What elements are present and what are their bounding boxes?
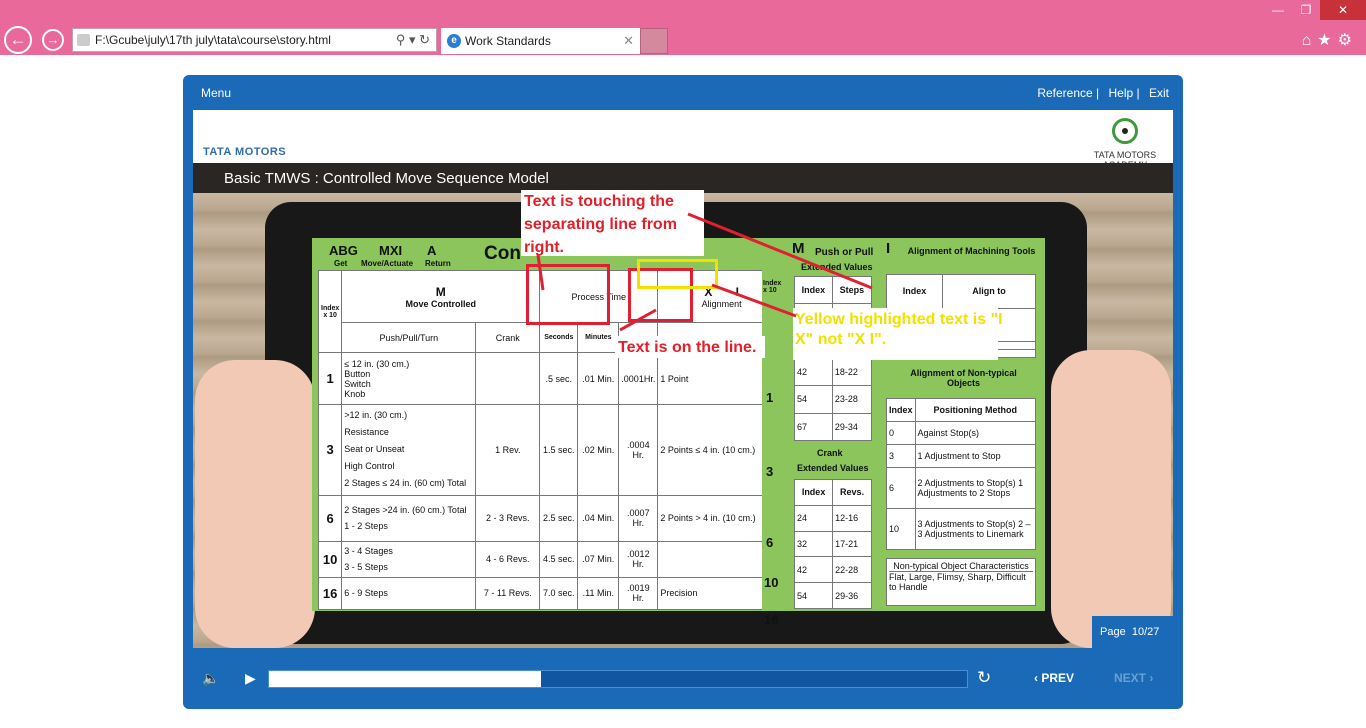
arrow-line — [619, 308, 657, 332]
page-label: Page — [1100, 626, 1126, 638]
next-label: NEXT — [1114, 671, 1147, 685]
prev-button[interactable]: ‹ PREV — [1034, 671, 1074, 685]
volume-icon[interactable]: 🔈 — [202, 670, 219, 687]
seek-bar[interactable] — [268, 670, 968, 688]
seek-progress — [269, 671, 542, 687]
arrow-line — [711, 283, 797, 318]
replay-icon[interactable]: ↻ — [977, 668, 991, 688]
page-value: 10/27 — [1131, 626, 1160, 638]
play-icon[interactable]: ▶ — [245, 670, 256, 687]
arrow-line — [687, 212, 873, 290]
arrow-line — [536, 254, 545, 291]
page-indicator: Page 10/27 — [1092, 616, 1173, 648]
prev-label: PREV — [1041, 671, 1075, 685]
next-button[interactable]: NEXT › — [1114, 671, 1153, 685]
